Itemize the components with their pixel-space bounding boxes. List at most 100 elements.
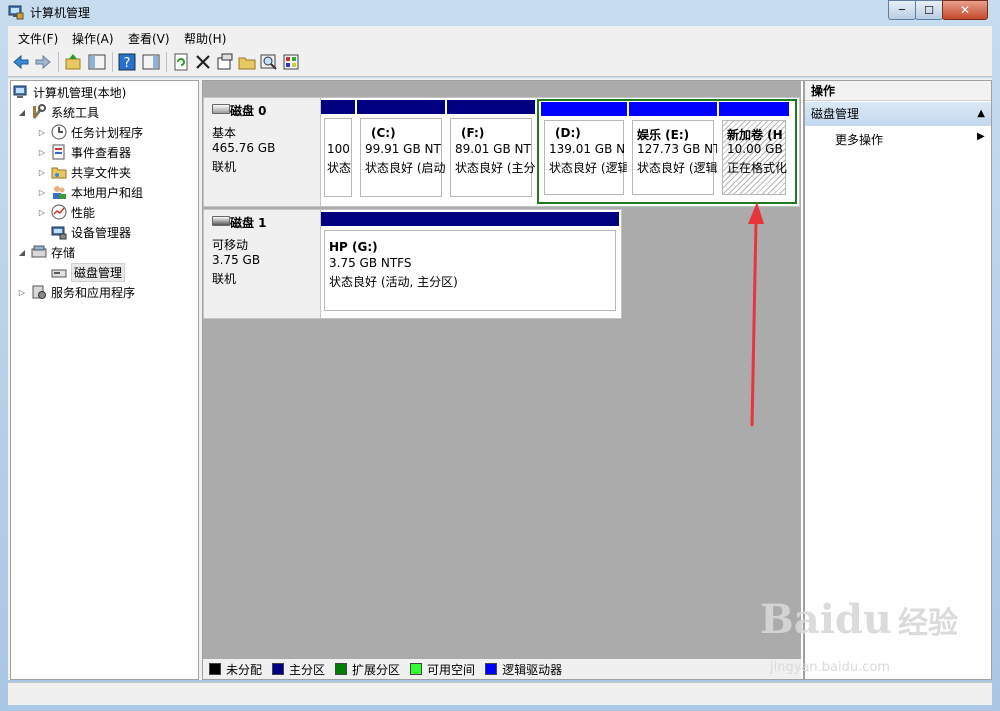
tree-item-task-scheduler[interactable]: ▷ 任务计划程序 (37, 123, 143, 141)
computer-management-icon (8, 5, 24, 20)
partition-size: 10.00 GB (727, 142, 783, 156)
toolbar: ? (8, 48, 992, 77)
disk-0-label[interactable]: 磁盘 0 基本 465.76 GB 联机 (203, 97, 321, 207)
disk-0-type: 基本 (212, 126, 237, 140)
menu-help[interactable]: 帮助(H) (184, 30, 226, 47)
computer-icon (13, 85, 27, 98)
partition-size: 139.01 GB N (549, 142, 626, 156)
partition-label: 娱乐 (E:) (637, 128, 690, 142)
disk-1-status: 联机 (212, 272, 237, 286)
tree-item-system-tools[interactable]: ◢ 系统工具 (17, 103, 99, 121)
menu-view[interactable]: 查看(V) (128, 30, 170, 47)
disk-0-status: 联机 (212, 160, 237, 174)
disk-1-label[interactable]: 磁盘 1 可移动 3.75 GB 联机 (203, 209, 321, 319)
tree-label-event-viewer: 事件查看器 (71, 145, 132, 160)
computer-management-window: 计算机管理 ─ ☐ ✕ 文件(F) 操作(A) 查看(V) 帮助(H) ? 计算… (0, 0, 1000, 711)
partition-size: 127.73 GB NT (637, 142, 717, 156)
svg-text:?: ? (124, 56, 131, 71)
disk-management-panel: 磁盘 0 基本 465.76 GB 联机 100 状态 (C:) 99.91 G… (202, 80, 804, 680)
back-icon[interactable] (12, 53, 30, 71)
tree-item-storage[interactable]: ◢ 存储 (17, 243, 75, 261)
tree-item-shared-folders[interactable]: ▷ 共享文件夹 (37, 163, 131, 181)
partition-size: 99.91 GB NT (365, 142, 441, 156)
legend-label: 扩展分区 (352, 662, 401, 677)
maximize-button[interactable]: ☐ (915, 0, 943, 20)
partition-h[interactable]: 新加卷 (H 10.00 GB 正在格式化 (719, 102, 789, 198)
tree-item-local-users[interactable]: ▷ 本地用户和组 (37, 183, 143, 201)
partition-label: (F:) (461, 126, 485, 140)
collapsed-arrow-icon[interactable]: ▷ (37, 168, 47, 177)
minimize-icon: ─ (898, 4, 906, 16)
refresh-icon[interactable] (172, 53, 190, 71)
minimize-button[interactable]: ─ (888, 0, 916, 20)
menu-action[interactable]: 操作(A) (72, 30, 114, 47)
maximize-icon: ☐ (924, 3, 934, 17)
partition-g[interactable]: HP (G:) 3.75 GB NTFS 状态良好 (活动, 主分区) (321, 212, 619, 314)
legend-extended: 扩展分区 (335, 661, 400, 678)
menu-bar: 文件(F) 操作(A) 查看(V) 帮助(H) (8, 26, 992, 49)
tree-item-disk-management[interactable]: 磁盘管理 (51, 262, 126, 282)
delete-icon[interactable] (194, 53, 212, 71)
title-bar[interactable]: 计算机管理 ─ ☐ ✕ (0, 0, 1000, 26)
tree-item-root[interactable]: 计算机管理(本地) (13, 83, 126, 101)
device-manager-icon (51, 226, 67, 240)
navigation-tree: 计算机管理(本地) ◢ 系统工具 ▷ 任务计划程序 ▷ 事件查看器 ▷ 共享文件… (10, 80, 199, 680)
partition-status: 状态 (327, 161, 352, 175)
menu-file[interactable]: 文件(F) (18, 30, 58, 47)
expanded-arrow-icon[interactable]: ◢ (17, 248, 27, 257)
expanded-arrow-icon[interactable]: ◢ (17, 108, 27, 117)
tree-item-services-apps[interactable]: ▷ 服务和应用程序 (17, 283, 135, 301)
partition-status: 状态良好 (逻辑 (637, 161, 717, 175)
help-icon[interactable]: ? (118, 53, 136, 71)
tree-label-local-users: 本地用户和组 (71, 185, 144, 200)
legend-free-space: 可用空间 (410, 661, 475, 678)
clock-icon (51, 124, 67, 140)
more-actions-item[interactable]: 更多操作 (835, 131, 883, 148)
open-icon[interactable] (238, 53, 256, 71)
baidu-watermark: Baidu 经验 jingyan.baidu.com (760, 596, 958, 675)
legend-label: 主分区 (289, 662, 326, 677)
legend-label: 可用空间 (427, 662, 476, 677)
forward-icon[interactable] (34, 53, 52, 71)
tree-item-device-manager[interactable]: 设备管理器 (51, 223, 131, 241)
disk-0-name: 磁盘 0 (230, 104, 267, 118)
partition-e[interactable]: 娱乐 (E:) 127.73 GB NT 状态良好 (逻辑 (629, 102, 717, 198)
disk-management-icon (51, 269, 67, 278)
legend-label: 未分配 (226, 662, 263, 677)
disk-view: 磁盘 0 基本 465.76 GB 联机 100 状态 (C:) 99.91 G… (203, 81, 801, 659)
partition-c[interactable]: (C:) 99.91 GB NT 状态良好 (启动 (357, 100, 445, 200)
tree-label-system-tools: 系统工具 (51, 105, 100, 120)
show-tree-icon[interactable] (88, 53, 106, 71)
tools-icon (32, 104, 46, 119)
partition-status: 状态良好 (逻辑 (549, 161, 627, 175)
collapsed-arrow-icon[interactable]: ▷ (37, 148, 47, 157)
tree-item-event-viewer[interactable]: ▷ 事件查看器 (37, 143, 131, 161)
legend-primary: 主分区 (272, 661, 325, 678)
partition-size: 89.01 GB NT (455, 142, 531, 156)
close-button[interactable]: ✕ (942, 0, 988, 20)
content-area: 计算机管理(本地) ◢ 系统工具 ▷ 任务计划程序 ▷ 事件查看器 ▷ 共享文件… (8, 78, 992, 680)
tree-item-performance[interactable]: ▷ 性能 (37, 203, 95, 221)
partition-label: (C:) (371, 126, 396, 140)
collapsed-arrow-icon[interactable]: ▷ (37, 208, 47, 217)
settings-icon[interactable] (282, 53, 300, 71)
tree-label-device-manager: 设备管理器 (71, 225, 132, 240)
partition-system-reserved[interactable]: 100 状态 (321, 100, 355, 200)
partition-status: 状态良好 (启动 (365, 161, 445, 175)
partition-f[interactable]: (F:) 89.01 GB NT 状态良好 (主分 (447, 100, 535, 200)
actions-section-label: 磁盘管理 (811, 107, 860, 121)
actions-pane: 操作 磁盘管理 ▲ 更多操作 ▶ (804, 80, 992, 680)
collapsed-arrow-icon[interactable]: ▷ (37, 128, 47, 137)
properties-icon[interactable] (216, 53, 234, 71)
actions-section-disk-management[interactable]: 磁盘管理 ▲ (805, 102, 991, 126)
collapse-arrow-icon[interactable]: ▲ (977, 102, 985, 126)
shared-folder-icon (51, 167, 67, 179)
collapsed-arrow-icon[interactable]: ▷ (37, 188, 47, 197)
up-icon[interactable] (64, 53, 82, 71)
partition-d[interactable]: (D:) 139.01 GB N 状态良好 (逻辑 (541, 102, 627, 198)
legend-unallocated: 未分配 (209, 661, 262, 678)
collapsed-arrow-icon[interactable]: ▷ (17, 288, 27, 297)
search-icon[interactable] (260, 53, 278, 71)
console-icon[interactable] (142, 53, 160, 71)
disk-1-size: 3.75 GB (212, 253, 261, 267)
